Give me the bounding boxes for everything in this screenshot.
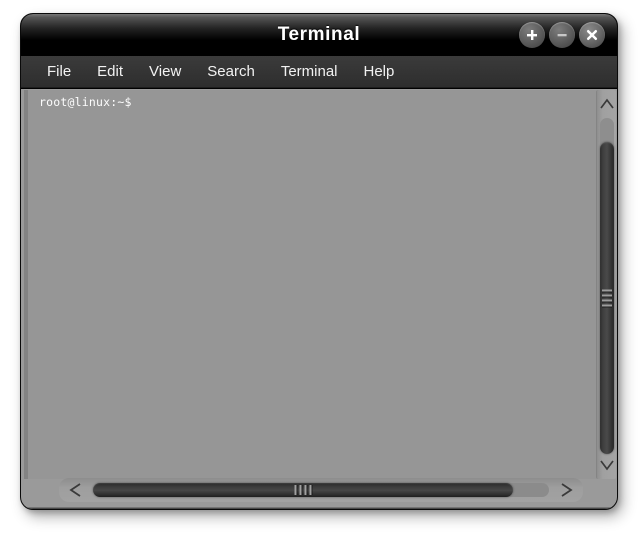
window-titlebar[interactable]: Terminal [21, 14, 617, 56]
minimize-button[interactable] [549, 22, 575, 48]
horizontal-scrollbar-thumb[interactable] [93, 483, 513, 497]
chevron-right-icon [561, 483, 573, 497]
close-button[interactable] [579, 22, 605, 48]
chevron-down-icon [600, 460, 614, 471]
horizontal-thumb-grip-icon [294, 485, 312, 495]
vertical-scrollbar[interactable] [596, 90, 616, 479]
scroll-right-button[interactable] [551, 478, 581, 502]
window-controls [519, 22, 605, 48]
vertical-thumb-grip-icon [602, 289, 612, 307]
window-bottom-edge [21, 507, 617, 509]
terminal-window: Terminal File Edit View Search Terminal … [20, 13, 618, 510]
scroll-up-button[interactable] [597, 92, 617, 116]
terminal-prompt-line: root@linux:~$ [39, 95, 132, 109]
menu-item-help[interactable]: Help [351, 60, 408, 84]
menubar: File Edit View Search Terminal Help [21, 56, 617, 88]
plus-icon [527, 30, 537, 40]
vertical-scrollbar-thumb[interactable] [600, 142, 614, 454]
menu-item-search[interactable]: Search [194, 60, 268, 84]
terminal-body: root@linux:~$ [21, 89, 617, 509]
close-icon [586, 29, 598, 41]
scroll-down-button[interactable] [597, 453, 617, 477]
menu-item-edit[interactable]: Edit [84, 60, 136, 84]
maximize-button[interactable] [519, 22, 545, 48]
desktop-background: Terminal File Edit View Search Terminal … [0, 0, 640, 533]
chevron-up-icon [600, 98, 614, 109]
minus-icon [557, 34, 567, 37]
menu-item-file[interactable]: File [34, 60, 84, 84]
scroll-left-button[interactable] [61, 478, 91, 502]
horizontal-scrollbar[interactable] [59, 478, 583, 502]
terminal-output-area[interactable]: root@linux:~$ [24, 90, 596, 479]
menu-item-terminal[interactable]: Terminal [268, 60, 351, 84]
menu-item-view[interactable]: View [136, 60, 194, 84]
chevron-left-icon [69, 483, 81, 497]
